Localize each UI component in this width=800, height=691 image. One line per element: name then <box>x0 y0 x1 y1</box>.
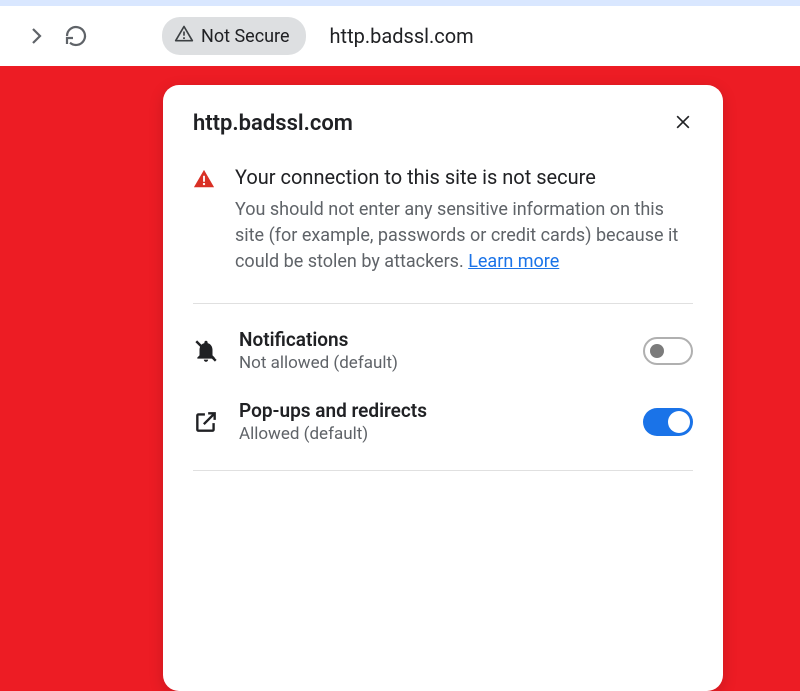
security-badge[interactable]: Not Secure <box>162 17 306 55</box>
browser-toolbar: Not Secure http.badssl.com <box>0 6 800 66</box>
permission-row-popups: Pop-ups and redirects Allowed (default) <box>193 399 693 444</box>
close-button[interactable] <box>673 114 693 134</box>
permission-label: Pop-ups and redirects <box>239 399 623 422</box>
popups-toggle[interactable] <box>643 408 693 436</box>
warning-triangle-icon <box>193 168 215 190</box>
warning-triangle-icon <box>174 24 194 48</box>
permission-row-notifications: Notifications Not allowed (default) <box>193 328 693 373</box>
notifications-off-icon <box>193 338 219 364</box>
reload-button[interactable] <box>62 22 90 50</box>
permission-label: Notifications <box>239 328 623 351</box>
notifications-toggle[interactable] <box>643 337 693 365</box>
permission-status: Not allowed (default) <box>239 353 623 373</box>
security-badge-label: Not Secure <box>201 26 290 47</box>
security-heading: Your connection to this site is not secu… <box>235 164 693 191</box>
popup-title: http.badssl.com <box>193 111 353 136</box>
omnibox-url[interactable]: http.badssl.com <box>330 24 474 48</box>
forward-button[interactable] <box>22 22 50 50</box>
permission-status: Allowed (default) <box>239 424 623 444</box>
site-info-popup: http.badssl.com Your connection to this … <box>163 85 723 691</box>
learn-more-link[interactable]: Learn more <box>468 251 559 272</box>
security-warning-section: Your connection to this site is not secu… <box>193 164 693 275</box>
popup-redirect-icon <box>193 409 219 435</box>
security-description: You should not enter any sensitive infor… <box>235 197 693 275</box>
divider <box>193 303 693 304</box>
divider <box>193 470 693 471</box>
close-icon <box>673 112 693 136</box>
